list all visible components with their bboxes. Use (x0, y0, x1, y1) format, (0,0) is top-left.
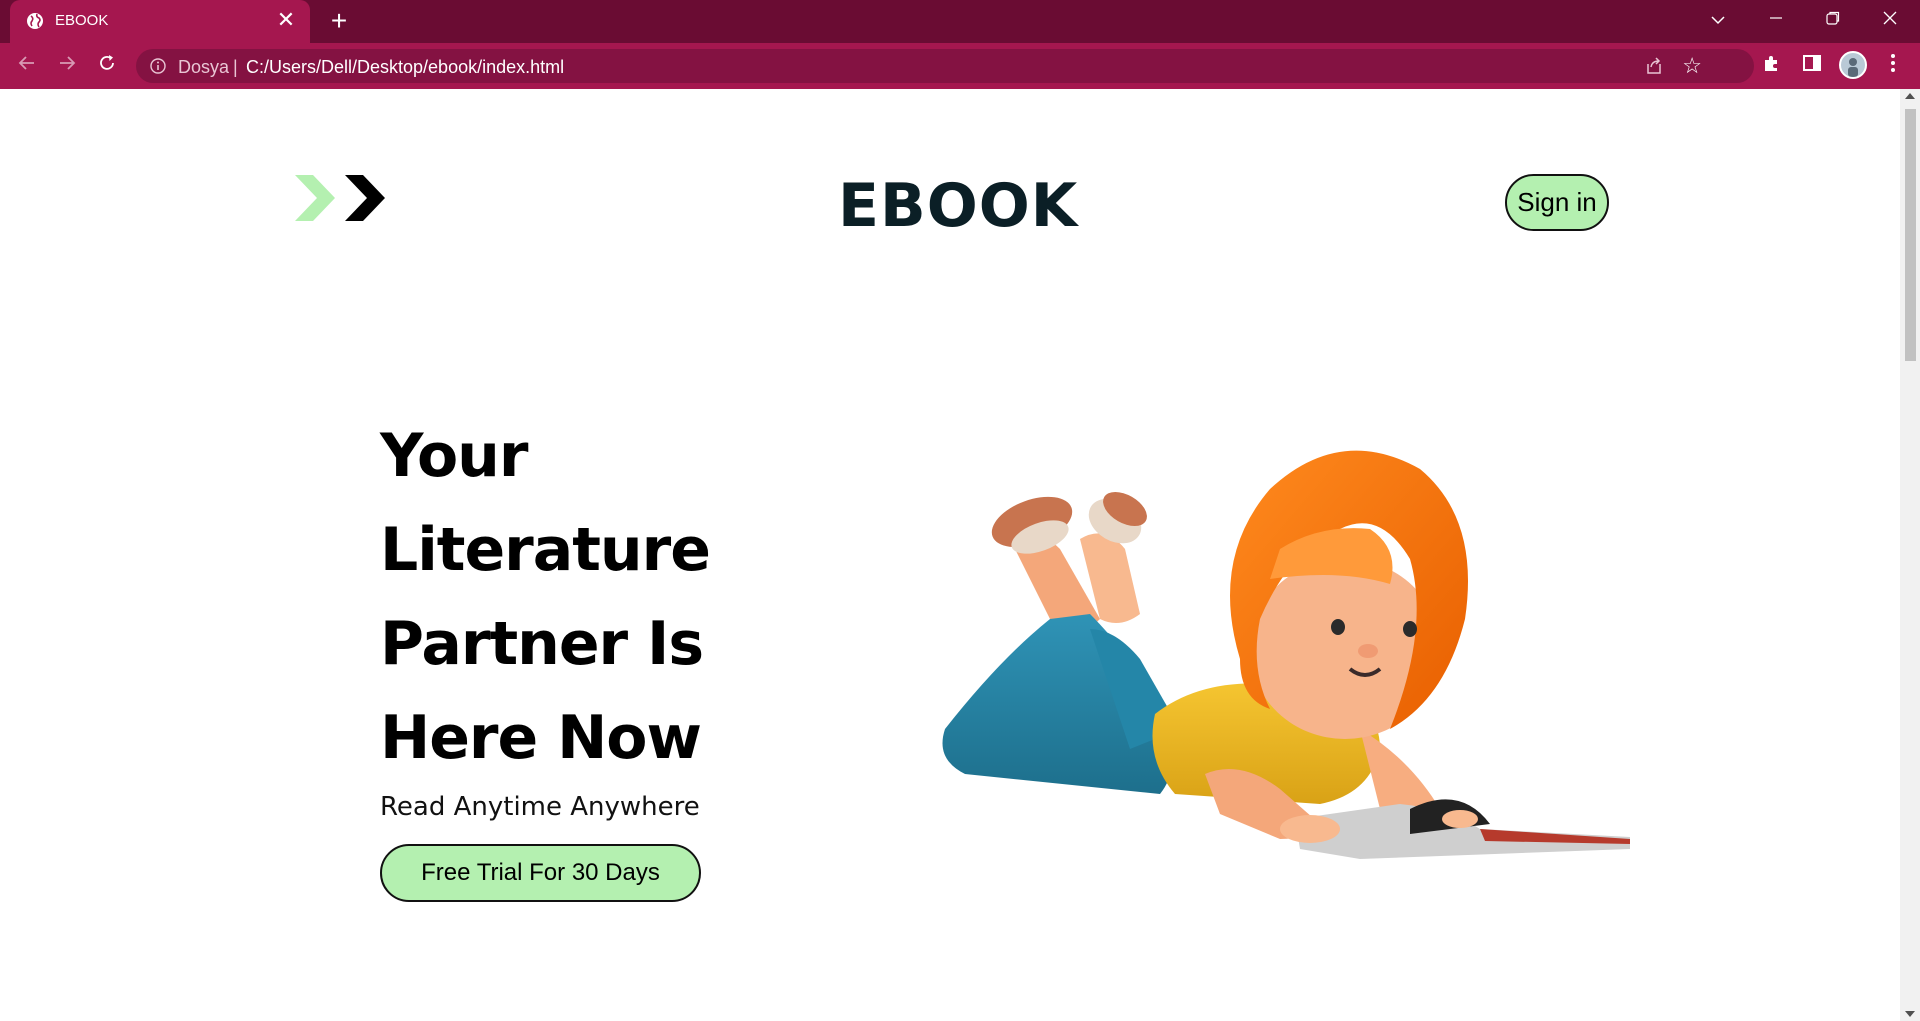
puzzle-extensions-icon[interactable] (1759, 53, 1785, 79)
kebab-menu-icon[interactable] (1880, 53, 1906, 79)
headline-line: Partner Is (380, 609, 704, 679)
page-scrollbar[interactable] (1900, 89, 1920, 1021)
headline-line: Literature (380, 515, 711, 585)
side-panel-icon[interactable] (1799, 53, 1825, 79)
browser-toolbar: Dosya | C:/Users/Dell/Desktop/ebook/inde… (0, 43, 1920, 89)
tab-strip: EBOOK ✕ + (0, 0, 1920, 43)
profile-avatar[interactable] (1839, 51, 1867, 79)
url-separator: | (233, 57, 238, 77)
star-icon[interactable]: ☆ (1682, 53, 1702, 79)
share-icon[interactable] (1644, 56, 1664, 76)
scroll-up-arrow-icon[interactable] (1905, 93, 1915, 99)
chevron-down-icon[interactable] (1690, 0, 1746, 38)
hero-headline: Your Literature Partner Is Here Now (380, 409, 800, 785)
url-text[interactable]: C:/Users/Dell/Desktop/ebook/index.html (246, 57, 564, 78)
back-arrow-icon[interactable] (12, 51, 42, 81)
girl-reading-book-illustration (942, 450, 1630, 859)
site-label: Dosya (178, 57, 230, 77)
chevron-logo-icon (295, 175, 385, 221)
info-icon[interactable] (150, 58, 166, 74)
close-window-icon[interactable] (1862, 0, 1918, 38)
reload-icon[interactable] (92, 51, 122, 81)
restore-icon[interactable] (1805, 0, 1861, 38)
page-viewport: EBOOK Sign in Your Literature Partner Is… (0, 89, 1900, 1021)
headline-line: Here Now (380, 703, 702, 773)
tab-title: EBOOK (55, 12, 109, 29)
plus-icon[interactable]: + (324, 6, 354, 36)
hero-subline: Read Anytime Anywhere (380, 792, 700, 822)
address-bar[interactable]: Dosya | C:/Users/Dell/Desktop/ebook/inde… (136, 49, 1754, 83)
minimize-icon[interactable] (1748, 0, 1804, 38)
close-icon[interactable]: ✕ (274, 8, 298, 32)
headline-line: Your (380, 421, 528, 491)
globe-icon (27, 13, 43, 29)
brand-title: EBOOK (838, 171, 1079, 241)
scroll-down-arrow-icon[interactable] (1905, 1011, 1915, 1017)
forward-arrow-icon[interactable] (52, 51, 82, 81)
sign-in-button[interactable]: Sign in (1505, 174, 1609, 231)
scrollbar-thumb[interactable] (1905, 109, 1916, 361)
tab-ebook[interactable]: EBOOK ✕ (10, 0, 310, 43)
free-trial-button[interactable]: Free Trial For 30 Days (380, 844, 701, 902)
